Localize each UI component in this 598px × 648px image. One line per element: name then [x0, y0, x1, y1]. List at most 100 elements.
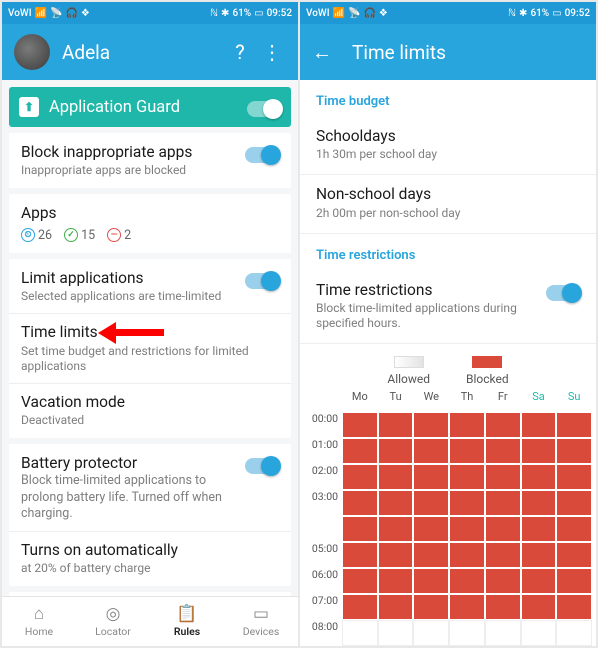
grid-cell[interactable]	[378, 620, 414, 646]
grid-cell[interactable]	[556, 620, 592, 646]
grid-cell[interactable]	[556, 516, 592, 542]
grid-row[interactable]	[342, 412, 592, 438]
grid-cell[interactable]	[342, 516, 378, 542]
menu-icon[interactable]: ⋮	[258, 40, 286, 64]
grid-cell[interactable]	[521, 490, 557, 516]
application-guard-toggle[interactable]	[247, 101, 281, 117]
grid-cell[interactable]	[413, 464, 449, 490]
grid-cell[interactable]	[449, 620, 485, 646]
grid-cell[interactable]	[485, 542, 521, 568]
grid-row[interactable]	[342, 594, 592, 620]
grid-cell[interactable]	[556, 542, 592, 568]
grid-row[interactable]	[342, 568, 592, 594]
grid-row[interactable]	[342, 542, 592, 568]
nav-home[interactable]: ⌂Home	[2, 597, 76, 646]
grid-cell[interactable]	[413, 594, 449, 620]
grid-cell[interactable]	[521, 516, 557, 542]
grid-row[interactable]	[342, 438, 592, 464]
grid-cell[interactable]	[521, 620, 557, 646]
grid-cell[interactable]	[342, 464, 378, 490]
content-scroll[interactable]: ⬆ Application Guard Block inappropriate …	[2, 80, 298, 596]
grid-cell[interactable]	[449, 412, 485, 438]
grid-cell[interactable]	[342, 542, 378, 568]
limit-applications-toggle[interactable]	[245, 273, 279, 289]
avatar[interactable]	[14, 34, 50, 70]
grid-cell[interactable]	[521, 438, 557, 464]
grid-cell[interactable]	[342, 568, 378, 594]
grid-cell[interactable]	[485, 464, 521, 490]
time-restrictions-row[interactable]: Time restrictions Block time-limited app…	[300, 271, 596, 344]
grid-cell[interactable]	[556, 464, 592, 490]
back-icon[interactable]: ←	[312, 40, 332, 65]
grid-cell[interactable]	[521, 464, 557, 490]
grid-cell[interactable]	[413, 438, 449, 464]
battery-protector-row[interactable]: Battery protector Block time-limited app…	[21, 454, 279, 522]
grid-cell[interactable]	[378, 568, 414, 594]
grid-cell[interactable]	[485, 490, 521, 516]
block-inappropriate-toggle[interactable]	[245, 147, 279, 163]
battery-protector-toggle[interactable]	[245, 458, 279, 474]
grid-cell[interactable]	[485, 568, 521, 594]
grid-body[interactable]	[342, 412, 592, 646]
grid-cell[interactable]	[342, 490, 378, 516]
grid-cell[interactable]	[556, 568, 592, 594]
grid-cell[interactable]	[449, 438, 485, 464]
schedule-grid[interactable]: 00:00 01:00 02:00 03:00 05:00 06:00 07:0…	[300, 390, 596, 646]
grid-cell[interactable]	[413, 516, 449, 542]
grid-cell[interactable]	[485, 438, 521, 464]
auto-on-row[interactable]: Turns on automatically at 20% of battery…	[21, 541, 279, 576]
grid-cell[interactable]	[342, 438, 378, 464]
grid-cell[interactable]	[449, 594, 485, 620]
grid-row[interactable]	[342, 464, 592, 490]
grid-cell[interactable]	[556, 594, 592, 620]
nonschool-row[interactable]: Non-school days 2h 00m per non-school da…	[300, 175, 596, 233]
grid-row[interactable]	[342, 516, 592, 542]
grid-cell[interactable]	[378, 464, 414, 490]
grid-cell[interactable]	[342, 620, 378, 646]
limit-applications-row[interactable]: Limit applications Selected applications…	[21, 269, 279, 304]
help-icon[interactable]: ?	[226, 40, 254, 64]
content-scroll[interactable]: Time budget Schooldays 1h 30m per school…	[300, 80, 596, 646]
application-guard-banner[interactable]: ⬆ Application Guard	[9, 87, 291, 127]
nav-devices[interactable]: ▭Devices	[224, 597, 298, 646]
grid-cell[interactable]	[342, 412, 378, 438]
grid-cell[interactable]	[378, 412, 414, 438]
grid-cell[interactable]	[413, 542, 449, 568]
grid-cell[interactable]	[485, 594, 521, 620]
grid-cell[interactable]	[521, 594, 557, 620]
grid-cell[interactable]	[521, 542, 557, 568]
grid-cell[interactable]	[556, 438, 592, 464]
grid-cell[interactable]	[378, 490, 414, 516]
grid-cell[interactable]	[378, 594, 414, 620]
grid-cell[interactable]	[556, 412, 592, 438]
grid-cell[interactable]	[378, 438, 414, 464]
vacation-mode-row[interactable]: Vacation mode Deactivated	[21, 393, 279, 428]
time-limits-row[interactable]: Time limits Set time budget and restrict…	[21, 323, 279, 373]
grid-cell[interactable]	[378, 516, 414, 542]
nav-locator[interactable]: ◎Locator	[76, 597, 150, 646]
grid-row[interactable]	[342, 490, 592, 516]
grid-cell[interactable]	[413, 490, 449, 516]
grid-cell[interactable]	[449, 516, 485, 542]
grid-cell[interactable]	[521, 568, 557, 594]
grid-cell[interactable]	[485, 412, 521, 438]
grid-cell[interactable]	[521, 412, 557, 438]
apps-row[interactable]: Apps ⏲26 ✓15 —2	[9, 194, 291, 252]
grid-cell[interactable]	[413, 620, 449, 646]
grid-cell[interactable]	[413, 412, 449, 438]
nav-rules[interactable]: 📋Rules	[150, 597, 224, 646]
grid-cell[interactable]	[449, 568, 485, 594]
grid-cell[interactable]	[449, 464, 485, 490]
grid-cell[interactable]	[449, 542, 485, 568]
schooldays-row[interactable]: Schooldays 1h 30m per school day	[300, 117, 596, 175]
grid-row[interactable]	[342, 620, 592, 646]
grid-cell[interactable]	[485, 516, 521, 542]
grid-cell[interactable]	[556, 490, 592, 516]
grid-cell[interactable]	[485, 620, 521, 646]
time-restrictions-toggle[interactable]	[546, 285, 580, 301]
grid-cell[interactable]	[449, 490, 485, 516]
grid-cell[interactable]	[413, 568, 449, 594]
block-inappropriate-row[interactable]: Block inappropriate apps Inappropriate a…	[9, 133, 291, 188]
grid-cell[interactable]	[378, 542, 414, 568]
grid-cell[interactable]	[342, 594, 378, 620]
